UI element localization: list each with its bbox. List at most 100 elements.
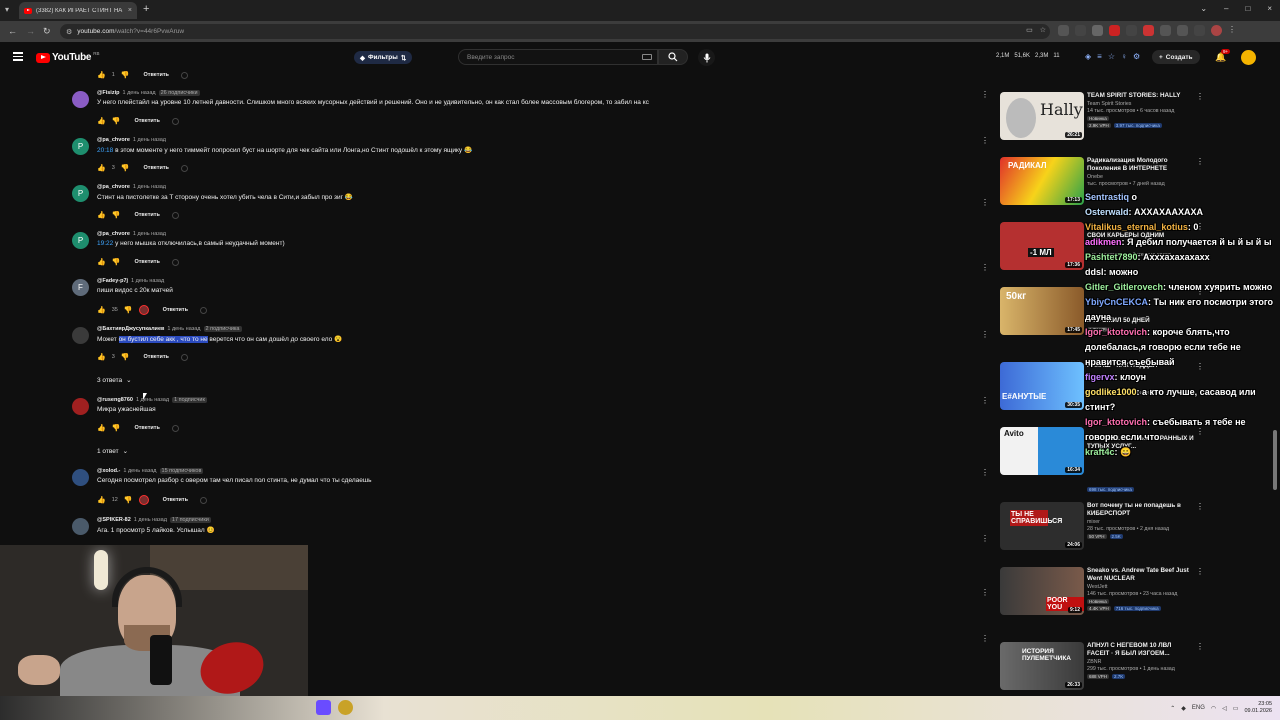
wifi-icon[interactable]: ◠ [1211,705,1216,712]
like-icon[interactable]: 👍 [97,164,106,172]
comment-author[interactable]: @ruseng8760 [97,397,133,403]
video-title[interactable]: TEAM SPIRIT STORIES: HALLY [1087,92,1195,100]
keyboard-icon[interactable] [642,54,652,60]
like-icon[interactable]: 👍 [97,71,106,79]
extension-icon[interactable] [1160,25,1171,36]
related-video[interactable]: ИСТОРИЯ ПУЛЕМЕТЧИКА 26:33 АПНУЛ С НЕГЕВО… [1000,642,1280,694]
video-channel[interactable]: mixer [1087,519,1195,525]
avatar[interactable]: P [72,232,89,249]
video-thumbnail[interactable]: ТЫ НЕ СПРАВИШЬСЯ 24:06 [1000,502,1084,550]
account-avatar[interactable] [1241,50,1256,65]
tab-close-icon[interactable]: × [128,7,132,14]
video-channel[interactable]: Onebe [1087,174,1195,180]
like-icon[interactable]: 👍 [97,211,106,219]
comment-author[interactable]: @БахтиярДжусупкалиев [97,326,164,332]
comment-time[interactable]: 1 день назад [167,326,200,332]
tray-chevron-icon[interactable]: ⌃ [1170,705,1175,712]
voice-search-button[interactable] [698,49,715,66]
comment-author[interactable]: @Fisizip [97,90,119,96]
avatar[interactable] [72,518,89,535]
youtube-logo[interactable]: YouTube RB [36,51,99,63]
comment-author[interactable]: @Fadey-p7j [97,278,128,284]
extension-icon[interactable] [1075,25,1086,36]
search-button[interactable] [658,49,688,65]
avatar[interactable] [72,327,89,344]
video-menu-icon[interactable]: ⋮ [1196,642,1204,651]
extension-icon[interactable] [1143,25,1154,36]
video-menu-icon[interactable]: ⋮ [1196,502,1204,511]
related-video[interactable]: ТЫ НЕ СПРАВИШЬСЯ 24:06 Вот почему ты не … [1000,502,1280,562]
reply-button[interactable]: Ответить [144,165,169,171]
tray-app-icon[interactable]: ◆ [1181,705,1186,712]
video-thumbnail[interactable]: РАДИКАЛ 17:13 [1000,157,1084,205]
comment-time[interactable]: 1 день назад [131,278,164,284]
video-channel[interactable]: ZBNR [1087,659,1195,665]
reply-button[interactable]: Ответить [163,497,188,503]
reply-button[interactable]: Ответить [134,259,159,265]
related-video[interactable]: Hally 26:21 TEAM SPIRIT STORIES: HALLY T… [1000,92,1280,152]
show-replies-button[interactable]: 3 ответа ⌄ [97,376,132,385]
app-icon[interactable] [338,700,353,715]
more-actions-icon[interactable] [180,164,188,172]
video-title[interactable]: Sneako vs. Andrew Tate Beef Just Went NU… [1087,567,1195,583]
filters-button[interactable]: ◆ Фильтры ⇅ [354,51,413,64]
avatar[interactable]: P [72,138,89,155]
reply-button[interactable]: Ответить [163,307,188,313]
volume-icon[interactable]: ◁ [1222,705,1227,712]
more-actions-icon[interactable] [180,353,188,361]
profile-icon[interactable] [1211,25,1222,36]
more-actions-icon[interactable] [171,424,179,432]
like-icon[interactable]: 👍 [97,353,106,361]
comment-time[interactable]: 1 день назад [134,517,167,523]
more-actions-icon[interactable] [171,211,179,219]
like-icon[interactable]: 👍 [97,306,106,314]
dislike-icon[interactable]: 👎 [121,164,130,172]
settings-icon[interactable]: ⚙ [1133,52,1140,61]
video-thumbnail[interactable]: Avito 16:34 [1000,427,1084,475]
extension-icon[interactable]: ♀ [1121,52,1127,61]
reload-icon[interactable]: ↻ [43,26,51,37]
new-tab-button[interactable]: + [143,3,149,15]
back-icon[interactable]: ← [8,26,17,36]
app-icon[interactable] [316,700,331,715]
avatar[interactable] [72,398,89,415]
comment-author[interactable]: @pa_chvore [97,184,130,190]
reply-button[interactable]: Ответить [134,212,159,218]
reply-button[interactable]: Ответить [134,118,159,124]
like-icon[interactable]: 👍 [97,496,106,504]
video-thumbnail[interactable]: ИСТОРИЯ ПУЛЕМЕТЧИКА 26:33 [1000,642,1084,690]
like-icon[interactable]: 👍 [97,258,106,266]
avatar[interactable] [72,469,89,486]
video-thumbnail[interactable]: POOR YOU 9:12 [1000,567,1084,615]
like-icon[interactable]: 👍 [97,117,106,125]
extensions-puzzle-icon[interactable] [1177,25,1188,36]
address-bar[interactable]: ⚙ youtube.com/watch?v=44r6PvwAruw ▭ ☆ [60,24,1050,39]
show-replies-button[interactable]: 1 ответ ⌄ [97,447,128,456]
battery-icon[interactable]: ▭ [1233,705,1239,712]
menu-icon[interactable] [13,52,23,63]
video-title[interactable]: Радикализация Молодого Поколения В ИНТЕР… [1087,157,1195,173]
extension-icon[interactable]: ≡ [1097,52,1102,61]
browser-tab[interactable]: (3382) КАК ИГРАЕТ СТИНТ НА × [19,2,137,19]
video-menu-icon[interactable]: ⋮ [1196,92,1204,101]
dislike-icon[interactable]: 👎 [124,496,133,504]
reply-button[interactable]: Ответить [134,425,159,431]
timestamp-link[interactable]: 20:18 [97,147,113,154]
tab-search-icon[interactable]: ▾ [5,5,9,14]
reply-button[interactable]: Ответить [144,354,169,360]
extension-icon[interactable] [1058,25,1069,36]
maximize-button[interactable]: □ [1245,4,1250,13]
reply-button[interactable]: Ответить [144,72,169,78]
related-video[interactable]: POOR YOU 9:12 Sneako vs. Andrew Tate Bee… [1000,567,1280,627]
site-info-icon[interactable]: ⚙ [66,28,72,36]
video-channel[interactable]: WestJett [1087,584,1195,590]
dislike-icon[interactable]: 👎 [121,71,130,79]
more-actions-icon[interactable] [199,306,207,314]
dislike-icon[interactable]: 👎 [112,424,121,432]
clock[interactable]: 23:05 09.01.2026 [1244,701,1272,715]
search-input[interactable]: Введите запрос [458,49,658,65]
comment-time[interactable]: 1 день назад [133,184,166,190]
comment-time[interactable]: 1 день назад [133,231,166,237]
dislike-icon[interactable]: 👎 [112,258,121,266]
forward-icon[interactable]: → [26,26,35,36]
